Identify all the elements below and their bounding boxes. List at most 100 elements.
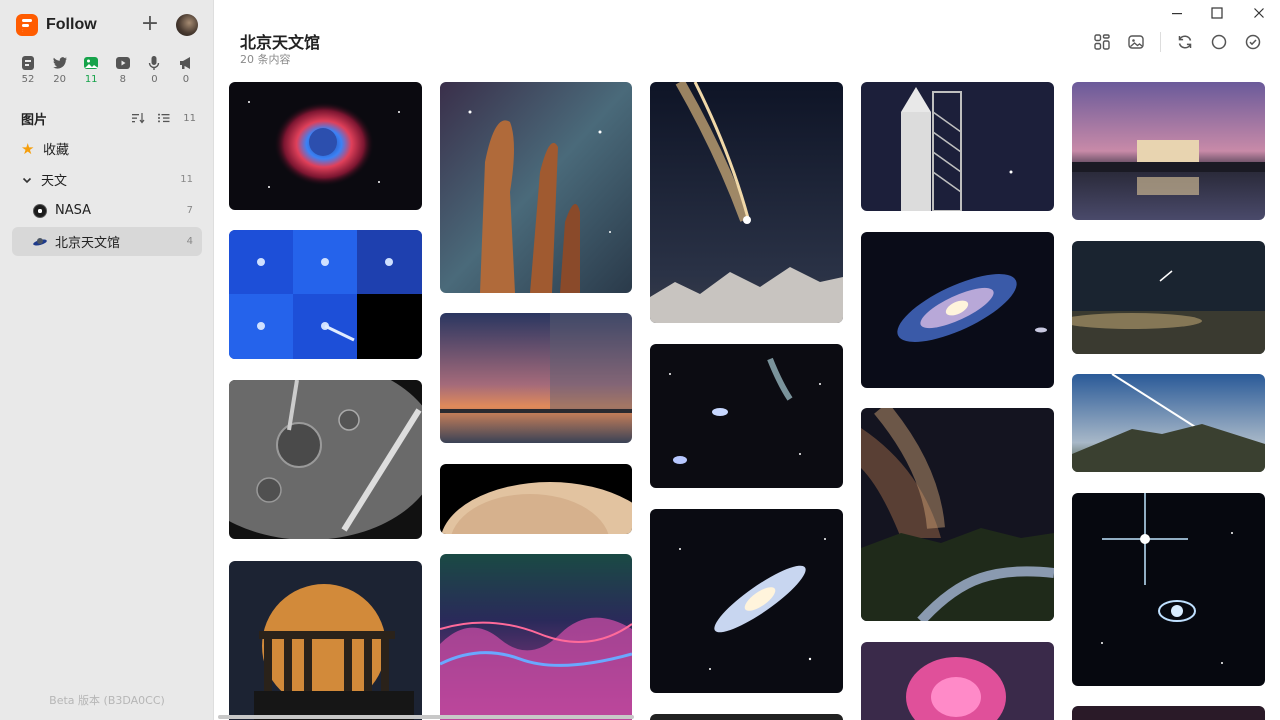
rocket-launch-tower-image — [861, 82, 1054, 211]
horizontal-scrollbar[interactable] — [218, 715, 634, 719]
full-moon-temple-image — [229, 561, 422, 720]
sidebar-item-starred[interactable]: ★ 收藏 — [12, 134, 202, 163]
microphone-icon — [149, 56, 160, 70]
check-circle-icon — [1245, 34, 1261, 50]
view-count: 8 — [119, 74, 126, 85]
sidebar-item-label: 天文 — [41, 174, 68, 189]
view-count: 0 — [182, 74, 190, 85]
view-count: 52 — [21, 74, 35, 85]
milky-way-river-image — [861, 408, 1054, 621]
partial-image — [650, 714, 843, 720]
view-count: 11 — [84, 74, 98, 85]
view-switcher: 52 20 11 8 0 0 — [12, 54, 202, 85]
add-feed-button[interactable]: + — [140, 12, 160, 36]
close-icon — [1254, 8, 1264, 18]
sidebar-item-nasa[interactable]: NASA 7 — [12, 196, 202, 225]
image-card-sunset-timelapse[interactable] — [440, 313, 632, 443]
comet-over-mountains-image — [650, 82, 843, 323]
andromeda-galaxy-image — [861, 232, 1054, 388]
twitter-bird-icon — [52, 57, 67, 69]
sidebar-item-count: 11 — [180, 174, 193, 185]
sidebar-category-astronomy[interactable]: 天文 11 — [12, 165, 202, 194]
view-count: 0 — [151, 74, 158, 85]
sidebar-item-beijing-planetarium[interactable]: 北京天文馆 4 — [12, 227, 202, 256]
image-card-full-moon-temple[interactable] — [229, 561, 422, 720]
image-card-nebula-filaments[interactable] — [440, 554, 632, 720]
nasa-feed-icon — [33, 203, 47, 218]
image-card-lincoln-memorial[interactable] — [1072, 82, 1265, 220]
image-mode-button[interactable] — [1126, 32, 1146, 52]
picture-icon — [84, 57, 99, 69]
image-card-moon-craters[interactable] — [229, 380, 422, 539]
neptune-rings-image — [1072, 493, 1265, 686]
star-icon: ★ — [21, 139, 35, 158]
view-articles[interactable]: 52 — [15, 54, 41, 85]
sidebar-item-label: 北京天文馆 — [55, 236, 121, 251]
comet-and-galaxies-image — [650, 344, 843, 488]
helix-nebula-image — [229, 82, 422, 210]
pink-nebula-image — [861, 642, 1054, 720]
megaphone-icon — [179, 57, 190, 69]
image-card-andromeda[interactable] — [861, 232, 1054, 388]
refresh-icon — [1178, 35, 1192, 49]
image-card-spiral-galaxy[interactable] — [650, 509, 843, 693]
view-social[interactable]: 20 — [47, 54, 73, 85]
image-card-soho-coronagraph[interactable] — [229, 230, 422, 359]
image-card-meteor-clouds[interactable] — [1072, 241, 1265, 354]
maximize-icon — [1211, 7, 1223, 19]
sort-order-icon[interactable] — [131, 112, 145, 124]
image-card-partial-col3[interactable] — [650, 714, 843, 720]
image-card-milky-way-river[interactable] — [861, 408, 1054, 621]
moon-craters-image — [229, 380, 422, 539]
grid-layout-icon — [1094, 34, 1110, 50]
image-card-mars-horizon[interactable] — [440, 464, 632, 534]
image-card-satellite-trail[interactable] — [1072, 374, 1265, 472]
close-button[interactable] — [1249, 4, 1269, 22]
image-card-helix-nebula[interactable] — [229, 82, 422, 210]
view-pictures[interactable]: 11 — [78, 54, 104, 85]
meteor-over-clouds-image — [1072, 241, 1265, 354]
soho-coronagraph-image — [229, 230, 422, 359]
dark-sky-card-image — [1072, 706, 1265, 720]
video-icon — [115, 57, 130, 69]
toolbar-divider — [1160, 32, 1161, 52]
sidebar: Follow + 52 20 11 8 0 0 图片 11 ★ 收藏 天文 11… — [0, 0, 214, 720]
nebula-filaments-image — [440, 554, 632, 720]
view-count: 20 — [53, 74, 66, 85]
sidebar-item-count: 4 — [186, 236, 193, 247]
minimize-icon — [1172, 13, 1182, 15]
lincoln-memorial-dusk-image — [1072, 82, 1265, 220]
item-count: 20 条内容 — [240, 53, 291, 66]
minimize-button[interactable] — [1167, 4, 1187, 22]
image-card-rocket-launch[interactable] — [861, 82, 1054, 211]
image-card-neptune[interactable] — [1072, 493, 1265, 686]
version-label: Beta 版本 (B3DA0CC) — [49, 694, 165, 707]
image-card-partial-col5[interactable] — [1072, 706, 1265, 720]
mars-horizon-image — [440, 464, 632, 534]
group-list-icon[interactable] — [157, 112, 171, 124]
section-header: 图片 11 — [21, 108, 196, 128]
view-videos[interactable]: 8 — [110, 54, 136, 85]
mark-all-read-button[interactable] — [1243, 32, 1263, 52]
layout-toggle-button[interactable] — [1092, 32, 1112, 52]
sidebar-item-label: NASA — [55, 203, 92, 218]
image-card-pillars[interactable] — [440, 82, 632, 293]
satellite-trail-landscape-image — [1072, 374, 1265, 472]
spiral-galaxy-edge-image — [650, 509, 843, 693]
view-notifications[interactable]: 0 — [173, 54, 199, 85]
view-audio[interactable]: 0 — [141, 54, 167, 85]
refresh-button[interactable] — [1175, 32, 1195, 52]
app-name: Follow — [46, 16, 97, 33]
brand: Follow — [16, 14, 97, 36]
image-card-pink-nebula[interactable] — [861, 642, 1054, 720]
chevron-down-icon[interactable] — [21, 174, 33, 186]
sunset-timelapse-image — [440, 313, 632, 443]
image-card-comet-mountains[interactable] — [650, 82, 843, 323]
images-icon — [1128, 35, 1144, 49]
maximize-button[interactable] — [1207, 4, 1227, 22]
unread-filter-button[interactable] — [1209, 32, 1229, 52]
image-card-comet-galaxies[interactable] — [650, 344, 843, 488]
planetarium-feed-icon — [33, 235, 47, 249]
sidebar-item-count: 7 — [186, 205, 193, 216]
user-avatar[interactable] — [176, 14, 198, 36]
